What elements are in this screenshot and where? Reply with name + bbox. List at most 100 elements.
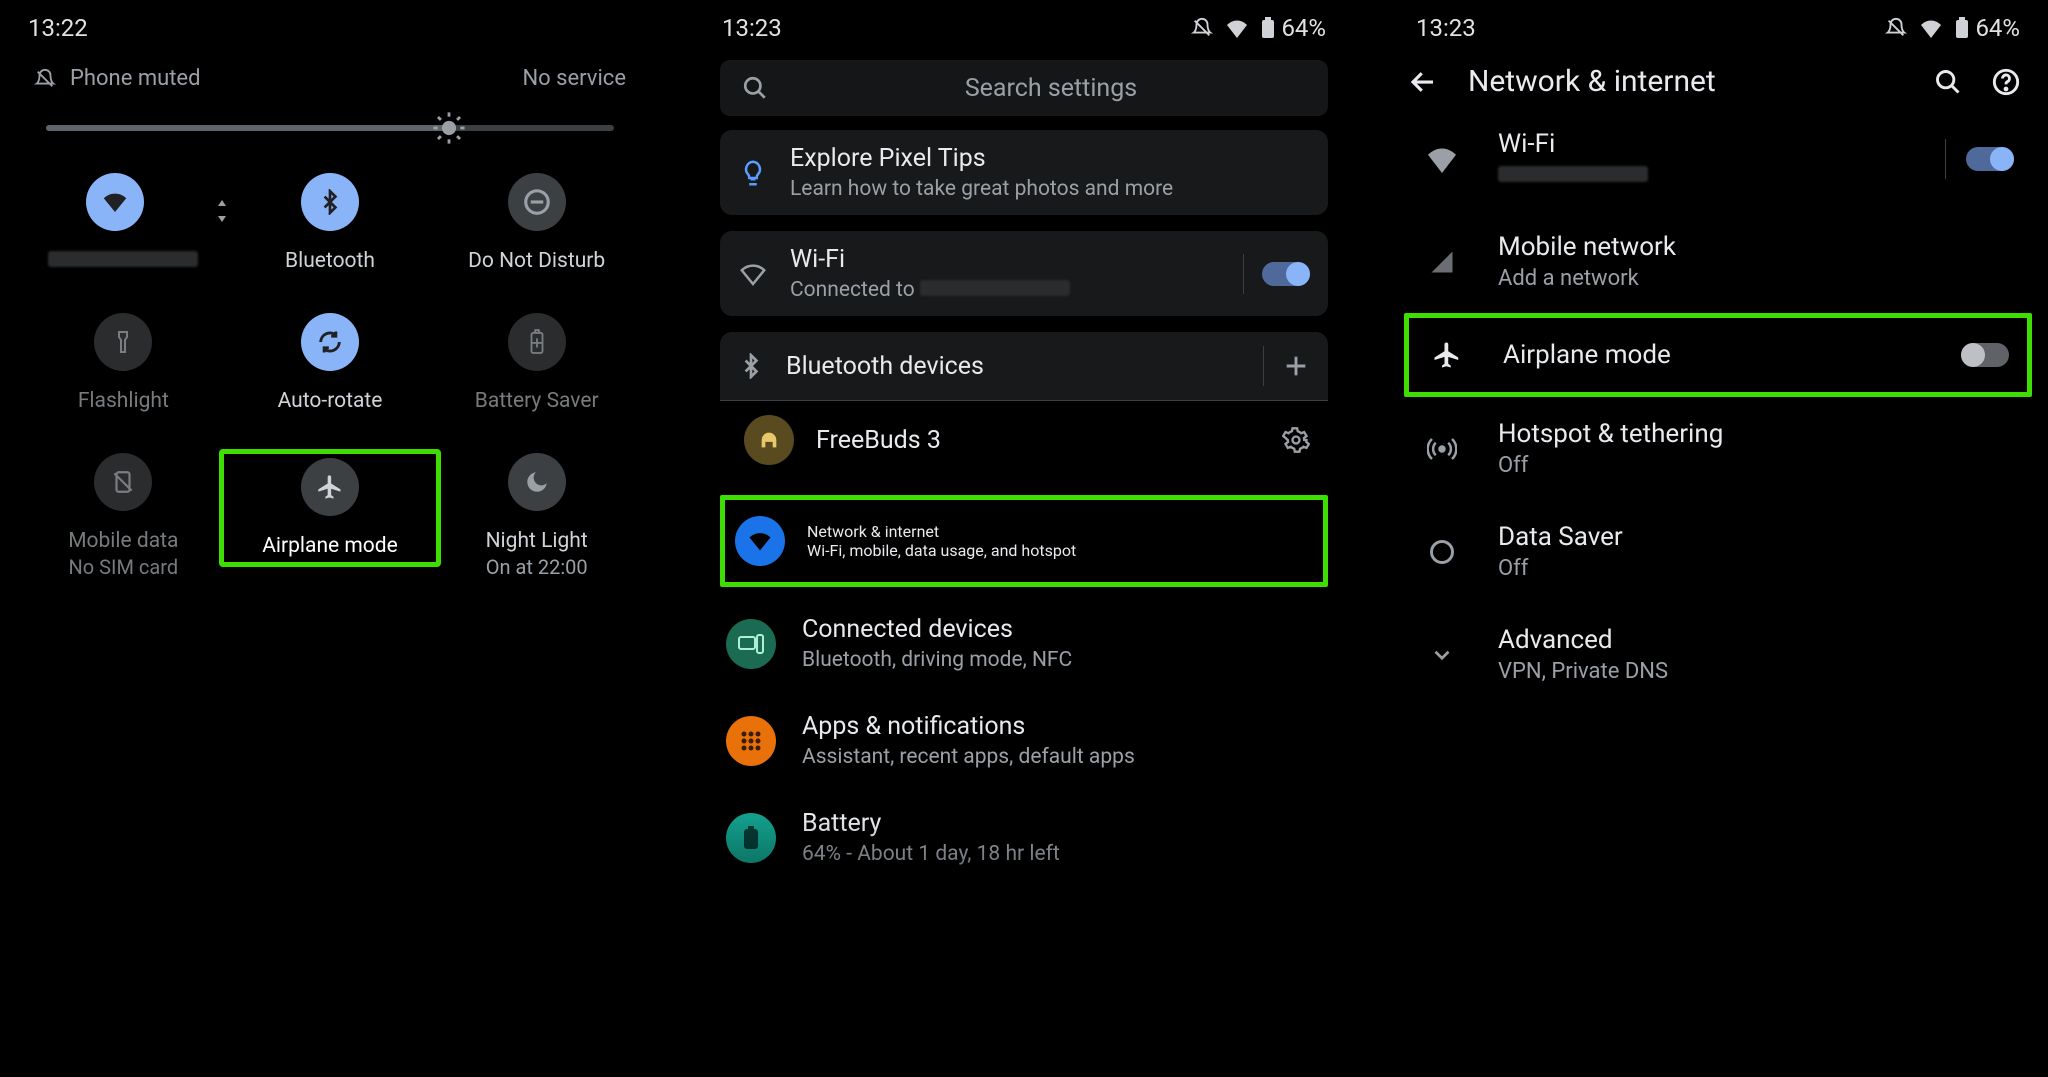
dnd-icon	[522, 187, 552, 217]
brightness-slider[interactable]	[46, 125, 614, 131]
card-pixel-tips[interactable]: Explore Pixel Tips Learn how to take gre…	[720, 130, 1328, 215]
bell-off-icon	[1885, 17, 1907, 39]
battery-icon	[1955, 17, 1969, 39]
qs-tile-dnd[interactable]: Do Not Disturb	[433, 173, 640, 273]
headphones-icon	[758, 429, 780, 451]
row-network-internet[interactable]: Network & internet Wi-Fi, mobile, data u…	[720, 495, 1328, 587]
card-sub: Learn how to take great photos and more	[790, 177, 1310, 201]
battery-pct: 64%	[1281, 14, 1326, 42]
row-data-saver[interactable]: Data Saver Off	[1388, 500, 2048, 603]
wifi-icon	[1225, 18, 1249, 38]
gear-icon[interactable]	[1282, 426, 1310, 454]
back-arrow-icon[interactable]	[1408, 67, 1438, 97]
qs-label: Battery Saver	[433, 389, 640, 413]
bell-off-icon	[1191, 17, 1213, 39]
qs-tile-battery-saver[interactable]: Battery Saver	[433, 313, 640, 413]
wifi-icon	[1919, 18, 1943, 38]
clock: 13:23	[1416, 14, 1476, 42]
data-saver-icon	[1428, 538, 1456, 566]
wifi-icon	[738, 259, 768, 289]
search-settings[interactable]: Search settings	[720, 60, 1328, 116]
card-title: Bluetooth devices	[786, 352, 1241, 381]
battery-saver-icon	[526, 329, 548, 355]
row-sub: Assistant, recent apps, default apps	[802, 745, 1322, 769]
row-sub: Off	[1498, 556, 2014, 581]
search-placeholder: Search settings	[796, 74, 1306, 103]
row-sub: 64% - About 1 day, 18 hr left	[802, 842, 1322, 866]
qs-label: Bluetooth	[227, 249, 434, 273]
qs-tile-wifi[interactable]	[20, 173, 227, 273]
wifi-icon	[746, 527, 774, 555]
help-icon[interactable]	[1992, 68, 2020, 96]
qs-label: Airplane mode	[232, 534, 429, 558]
row-advanced[interactable]: Advanced VPN, Private DNS	[1388, 603, 2048, 706]
wifi-icon	[100, 187, 130, 217]
airplane-switch[interactable]	[1961, 343, 2009, 367]
row-title: Mobile network	[1498, 232, 2014, 262]
search-icon[interactable]	[1934, 68, 1962, 96]
row-mobile-network[interactable]: Mobile network Add a network	[1388, 210, 2048, 313]
card-freebuds[interactable]: FreeBuds 3	[720, 401, 1328, 479]
qs-tile-mobile-data[interactable]: Mobile data No SIM card	[20, 453, 227, 579]
row-title: Airplane mode	[1503, 340, 1925, 370]
card-wifi[interactable]: Wi-Fi Connected to	[720, 231, 1328, 316]
bluetooth-icon	[317, 189, 343, 215]
bluetooth-icon	[738, 353, 764, 379]
qs-tile-flashlight[interactable]: Flashlight	[20, 313, 227, 413]
row-title: Network & internet	[807, 522, 1076, 541]
wifi-ssid-redacted	[48, 251, 198, 267]
row-battery[interactable]: Battery 64% - About 1 day, 18 hr left	[694, 789, 1354, 886]
qs-label: Night Light	[433, 529, 640, 553]
qs-tile-bluetooth[interactable]: Bluetooth	[227, 173, 434, 273]
network-internet-panel: 13:23 64% Network & internet Wi-Fi Mo	[1388, 0, 2048, 1077]
battery-icon	[1261, 17, 1275, 39]
row-hotspot-tethering[interactable]: Hotspot & tethering Off	[1388, 397, 2048, 500]
flashlight-icon	[111, 330, 135, 354]
autorotate-icon	[316, 328, 344, 356]
qs-tile-autorotate[interactable]: Auto-rotate	[227, 313, 434, 413]
plus-icon[interactable]	[1282, 352, 1310, 380]
status-bar: 13:23 64%	[1388, 0, 2048, 48]
chevron-updown-icon	[217, 200, 227, 222]
row-connected-devices[interactable]: Connected devices Bluetooth, driving mod…	[694, 595, 1354, 692]
row-title: Connected devices	[802, 615, 1322, 644]
row-sub: Wi-Fi, mobile, data usage, and hotspot	[807, 541, 1076, 560]
brightness-thumb[interactable]	[432, 111, 466, 145]
search-icon	[742, 75, 768, 101]
apps-icon	[739, 729, 763, 753]
row-title: Apps & notifications	[802, 712, 1322, 741]
row-apps-notifications[interactable]: Apps & notifications Assistant, recent a…	[694, 692, 1354, 789]
qs-sublabel: On at 22:00	[433, 555, 640, 579]
row-title: Hotspot & tethering	[1498, 419, 2014, 449]
card-sub: Connected to	[790, 278, 920, 302]
qs-tile-night-light[interactable]: Night Light On at 22:00	[433, 453, 640, 579]
row-wifi[interactable]: Wi-Fi	[1388, 107, 2048, 210]
row-title: Advanced	[1498, 625, 2014, 655]
signal-icon	[1428, 248, 1456, 276]
qs-label: Flashlight	[20, 389, 227, 413]
status-bar: 13:23 64%	[694, 0, 1354, 48]
card-bluetooth-devices[interactable]: Bluetooth devices	[720, 332, 1328, 400]
quick-settings-panel: 13:22 Phone muted No service Bluetooth	[0, 0, 660, 1077]
wifi-switch[interactable]	[1966, 147, 2014, 171]
wifi-switch[interactable]	[1262, 262, 1310, 286]
clock: 13:22	[28, 14, 88, 42]
wifi-icon	[1425, 145, 1459, 173]
card-title: Wi-Fi	[790, 245, 1221, 274]
qs-sub-bar: Phone muted No service	[0, 48, 660, 99]
qs-tile-airplane-mode[interactable]: Airplane mode	[227, 453, 434, 579]
devices-icon	[738, 634, 764, 654]
row-sub: Bluetooth, driving mode, NFC	[802, 648, 1322, 672]
row-airplane-mode[interactable]: Airplane mode	[1409, 318, 2027, 392]
battery-icon	[742, 825, 760, 851]
row-airplane-mode-highlight: Airplane mode	[1404, 313, 2032, 397]
card-title: Explore Pixel Tips	[790, 144, 1310, 173]
bell-off-icon	[34, 68, 56, 90]
no-sim-icon	[110, 469, 136, 495]
row-title: Data Saver	[1498, 522, 2014, 552]
row-title: Battery	[802, 809, 1322, 838]
clock: 13:23	[722, 14, 782, 42]
home-dock	[0, 967, 660, 1077]
qs-label: Mobile data	[20, 529, 227, 553]
row-sub: Off	[1498, 453, 2014, 478]
